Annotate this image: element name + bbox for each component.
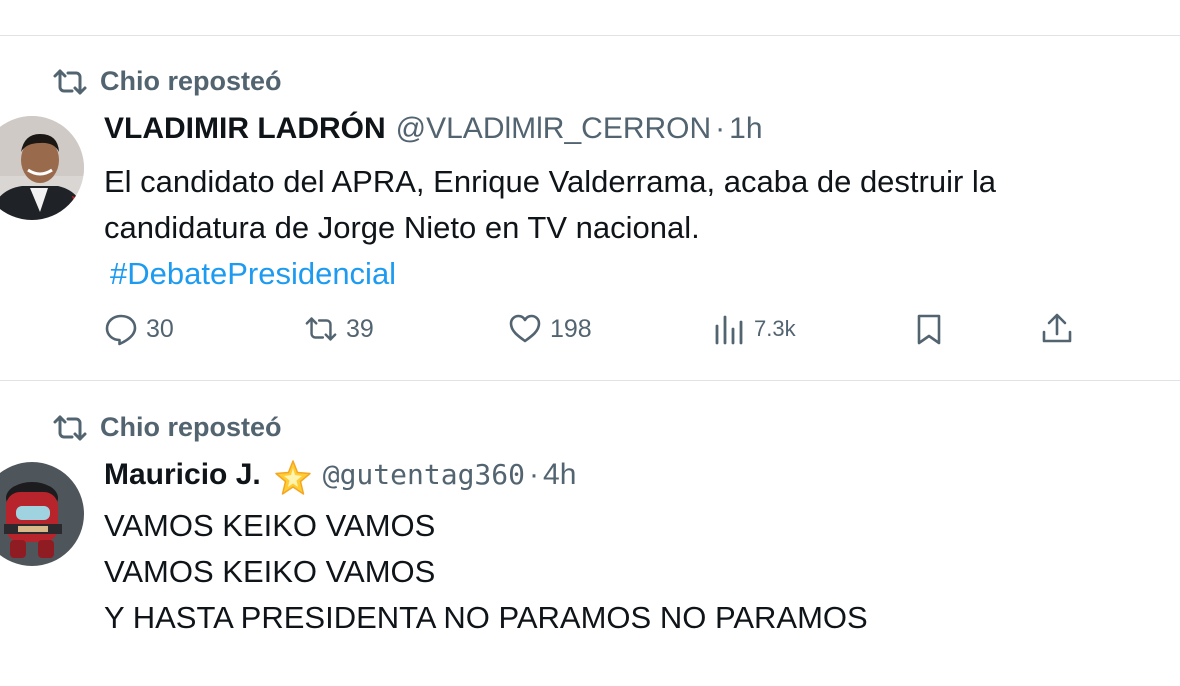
separator-dot: · xyxy=(715,112,726,145)
timestamp[interactable]: 1h xyxy=(729,112,762,146)
reply-icon xyxy=(105,314,137,346)
tweet-header: Mauricio J. @gutentag360 · 4h xyxy=(104,458,576,498)
share-icon xyxy=(1042,313,1072,343)
like-button[interactable]: 198 xyxy=(508,312,592,346)
timestamp[interactable]: 4h xyxy=(543,458,576,492)
user-handle[interactable]: @gutentag360 xyxy=(323,458,525,491)
tweet-text: El candidato del APRA, Enrique Valderram… xyxy=(104,159,1154,297)
avatar[interactable] xyxy=(0,116,84,220)
tweet-text-line: El candidato del APRA, Enrique Valderram… xyxy=(104,164,997,199)
analytics-icon xyxy=(715,315,743,345)
tweet-text-line: VAMOS KEIKO VAMOS xyxy=(104,554,436,589)
share-button[interactable] xyxy=(1040,312,1074,346)
glowing-star-icon xyxy=(274,460,311,495)
tweet-text-line: Y HASTA PRESIDENTA NO PARAMOS NO PARAMOS xyxy=(104,600,868,635)
repost-icon xyxy=(53,69,87,94)
display-name[interactable]: VLADIMIR LADRÓN xyxy=(104,112,386,146)
tweet-divider xyxy=(0,380,1180,381)
repost-button[interactable]: 39 xyxy=(304,312,374,346)
tweet-header: VLADIMIR LADRÓN @VLADlMlR_CERRON · 1h xyxy=(104,112,763,146)
bookmark-icon xyxy=(917,314,941,345)
repost-indicator: Chio reposteó xyxy=(52,66,282,97)
repost-label: Chio reposteó xyxy=(100,412,282,442)
separator-dot: · xyxy=(529,458,540,491)
user-handle[interactable]: @VLADlMlR_CERRON xyxy=(396,112,712,146)
tweet-actions: 30 39 198 7.3k xyxy=(104,312,1084,352)
repost-label: Chio reposteó xyxy=(100,66,282,96)
views-button[interactable]: 7.3k xyxy=(712,312,796,346)
repost-icon xyxy=(305,317,337,341)
view-count: 7.3k xyxy=(754,316,796,341)
repost-count: 39 xyxy=(346,314,374,343)
display-name[interactable]: Mauricio J. xyxy=(104,458,261,492)
tweet-text-line: VAMOS KEIKO VAMOS xyxy=(104,508,436,543)
tweet-text-line: candidatura de Jorge Nieto en TV naciona… xyxy=(104,210,700,245)
heart-icon xyxy=(509,314,541,343)
bookmark-button[interactable] xyxy=(912,312,946,346)
avatar-photo xyxy=(0,116,84,220)
repost-icon xyxy=(53,415,87,440)
like-count: 198 xyxy=(550,314,592,343)
repost-indicator: Chio reposteó xyxy=(52,412,282,443)
avatar[interactable] xyxy=(0,462,84,566)
top-divider xyxy=(0,35,1180,36)
reply-count: 30 xyxy=(146,314,174,343)
tweet-text: VAMOS KEIKO VAMOS VAMOS KEIKO VAMOS Y HA… xyxy=(104,503,1154,641)
hashtag-link[interactable]: #DebatePresidencial xyxy=(110,251,1154,297)
avatar-image xyxy=(0,462,84,566)
reply-button[interactable]: 30 xyxy=(104,312,174,346)
